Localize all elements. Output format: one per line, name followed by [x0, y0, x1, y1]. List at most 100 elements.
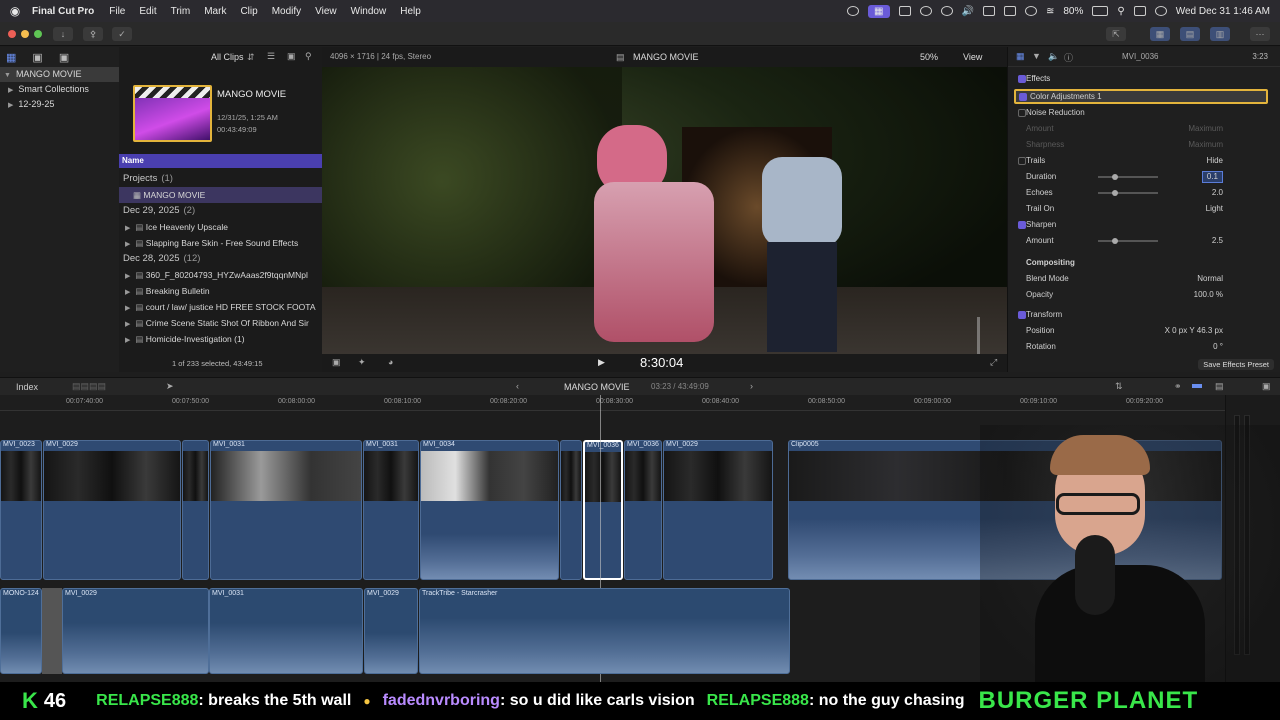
param-value[interactable]: Hide	[1207, 153, 1223, 169]
inspector-row[interactable]: Transform	[1008, 307, 1280, 323]
battery-icon[interactable]	[1092, 6, 1109, 16]
browser-clip-row[interactable]: ▶ ▤ Slapping Bare Skin - Free Sound Effec…	[119, 235, 322, 251]
param-slider[interactable]	[1098, 192, 1158, 194]
grid-icon[interactable]	[898, 6, 911, 16]
browser-section-header[interactable]: Projects (1)	[119, 171, 322, 187]
video-preview[interactable]	[322, 67, 1007, 354]
browser-clip-row[interactable]: ▶ ▤ court / law/ justice HD FREE STOCK FO…	[119, 299, 322, 315]
select-tool-icon[interactable]: ➤	[166, 381, 174, 392]
share-icon[interactable]: ⇱	[1106, 27, 1126, 41]
param-value[interactable]: 0.1	[1201, 171, 1223, 183]
browser-clip-row[interactable]: ▶ ▤ Ice Heavenly Upscale	[119, 219, 322, 235]
menu-modify[interactable]: Modify	[265, 6, 308, 17]
disclosure-triangle-icon[interactable]: ▶	[125, 305, 135, 312]
disclosure-triangle-icon[interactable]: ▶	[125, 337, 135, 344]
menu-help[interactable]: Help	[393, 6, 428, 17]
transform-tool-icon[interactable]: ▣	[332, 357, 341, 368]
play-icon[interactable]	[940, 6, 953, 16]
apple-icon[interactable]: ◉	[0, 4, 30, 18]
index-button[interactable]: Index	[16, 382, 38, 392]
video-clip[interactable]: MVI_0029	[43, 440, 181, 580]
browser-clip-row[interactable]: ▶ ▤ 360_F_80204793_HYZwAaas2f9tqqnMNpl	[119, 267, 322, 283]
param-value[interactable]: 0 °	[1213, 339, 1223, 355]
user-icon[interactable]	[1024, 6, 1037, 16]
filter-chevron-icon[interactable]: ⇵	[247, 52, 255, 63]
save-effects-preset-button[interactable]: Save Effects Preset	[1198, 359, 1274, 370]
timeline-ruler[interactable]: 00:07:40:00 00:07:50:00 00:08:00:00 00:08:1…	[0, 395, 1225, 411]
disclosure-triangle-icon[interactable]: ▶	[125, 225, 135, 232]
video-clip[interactable]: MVI_0031	[363, 440, 419, 580]
audio-clip[interactable]: MVI_0029	[62, 588, 209, 674]
info-inspector-icon[interactable]: ⓘ	[1064, 51, 1073, 64]
menu-view[interactable]: View	[308, 6, 344, 17]
enhance-icon[interactable]: ✦	[358, 357, 366, 368]
video-clip[interactable]: MVI_0023	[0, 440, 42, 580]
slider-knob[interactable]	[1112, 190, 1118, 196]
param-value[interactable]: Maximum	[1188, 121, 1223, 137]
video-clip[interactable]: MVI_0031	[210, 440, 362, 580]
connect-clip-icon[interactable]: ▤▤▤▤	[72, 381, 106, 392]
zoom-window-button[interactable]	[34, 30, 42, 38]
inspector-row[interactable]: Sharpness Maximum	[1008, 137, 1280, 153]
view-menu[interactable]: View	[963, 52, 982, 62]
inspector-row[interactable]: Trails Hide	[1008, 153, 1280, 169]
forward-icon[interactable]: ›	[750, 381, 753, 391]
clock-icon[interactable]	[919, 6, 932, 16]
inspector-row[interactable]: Amount 2.5	[1008, 233, 1280, 249]
menu-window[interactable]: Window	[344, 6, 394, 17]
audio-clip[interactable]: MVI_0031	[209, 588, 363, 674]
close-window-button[interactable]	[8, 30, 16, 38]
titles-icon[interactable]: ▣	[59, 51, 69, 64]
video-inspector-icon[interactable]: ▦	[1016, 51, 1025, 62]
headphones-icon[interactable]: ⚭	[1174, 381, 1182, 392]
transform-handle[interactable]	[934, 317, 980, 354]
battery-label[interactable]: 80%	[1063, 6, 1083, 17]
column-header-name[interactable]: Name	[119, 154, 322, 168]
audio-clip[interactable]: MVI_0029	[364, 588, 418, 674]
play-button[interactable]: ▶	[598, 357, 605, 368]
menu-mark[interactable]: Mark	[197, 6, 233, 17]
inspector-row[interactable]: Echoes 2.0	[1008, 185, 1280, 201]
datetime[interactable]: Wed Dec 31 1:46 AM	[1176, 6, 1270, 17]
inspector-row[interactable]: Compositing	[1008, 255, 1280, 271]
back-icon[interactable]: ‹	[516, 381, 519, 391]
fullscreen-icon[interactable]: ⤢	[990, 357, 997, 368]
browser-clip-row[interactable]: ▶ ▤ Homicide-Investigation (1)	[119, 331, 322, 347]
minimize-window-button[interactable]	[21, 30, 29, 38]
effect-checkbox[interactable]	[1018, 221, 1026, 229]
inspector-row[interactable]: Color Adjustments 1	[1014, 89, 1268, 104]
param-value[interactable]: Maximum	[1188, 137, 1223, 153]
list-view-icon[interactable]: ☰	[267, 51, 275, 62]
inspector-row[interactable]: Rotation 0 °	[1008, 339, 1280, 355]
inspector-row[interactable]: Amount Maximum	[1008, 121, 1280, 137]
spotlight-search-icon[interactable]: ⚲	[1117, 6, 1124, 17]
browser-section-header[interactable]: Dec 29, 2025 (2)	[119, 203, 322, 219]
media-browser-icon[interactable]: ▦	[6, 51, 16, 64]
disclosure-triangle-icon[interactable]: ▶	[125, 321, 135, 328]
audio-inspector-icon[interactable]: 🔈	[1048, 51, 1059, 62]
inspector-row[interactable]: Duration 0.1	[1008, 169, 1280, 185]
search-icon[interactable]: ⚲	[305, 51, 312, 62]
inspector-layout-icon[interactable]: ▥	[1210, 27, 1230, 41]
param-value[interactable]: Normal	[1197, 271, 1223, 287]
menu-trim[interactable]: Trim	[164, 6, 198, 17]
background-tasks-icon[interactable]: ✓	[112, 27, 132, 41]
effects-browser-icon[interactable]: ▣	[1262, 381, 1271, 392]
project-thumbnail[interactable]	[133, 85, 212, 142]
disclosure-triangle-icon[interactable]: ▶	[125, 289, 135, 296]
effect-checkbox[interactable]	[1019, 93, 1027, 101]
slider-knob[interactable]	[1112, 238, 1118, 244]
audio-clip[interactable]: MONO-124	[0, 588, 42, 674]
import-icon[interactable]: ↓	[53, 27, 73, 41]
browser-clip-row[interactable]: ▶ ▤ Crime Scene Static Shot Of Ribbon And…	[119, 315, 322, 331]
browser-layout-icon[interactable]: ▦	[1150, 27, 1170, 41]
transition[interactable]	[42, 588, 62, 674]
param-value[interactable]: 100.0 %	[1194, 287, 1223, 303]
keywords-icon[interactable]: ⚴	[83, 27, 103, 41]
clip-filter-select[interactable]: All Clips	[211, 52, 244, 62]
video-clip-short[interactable]	[182, 440, 209, 580]
timecode-display[interactable]: 8:30:04	[640, 355, 683, 370]
browser-section-header[interactable]: Dec 28, 2025 (12)	[119, 251, 322, 267]
param-value[interactable]: Light	[1206, 201, 1223, 217]
project-name-menu[interactable]: MANGO MOVIE	[564, 382, 630, 392]
